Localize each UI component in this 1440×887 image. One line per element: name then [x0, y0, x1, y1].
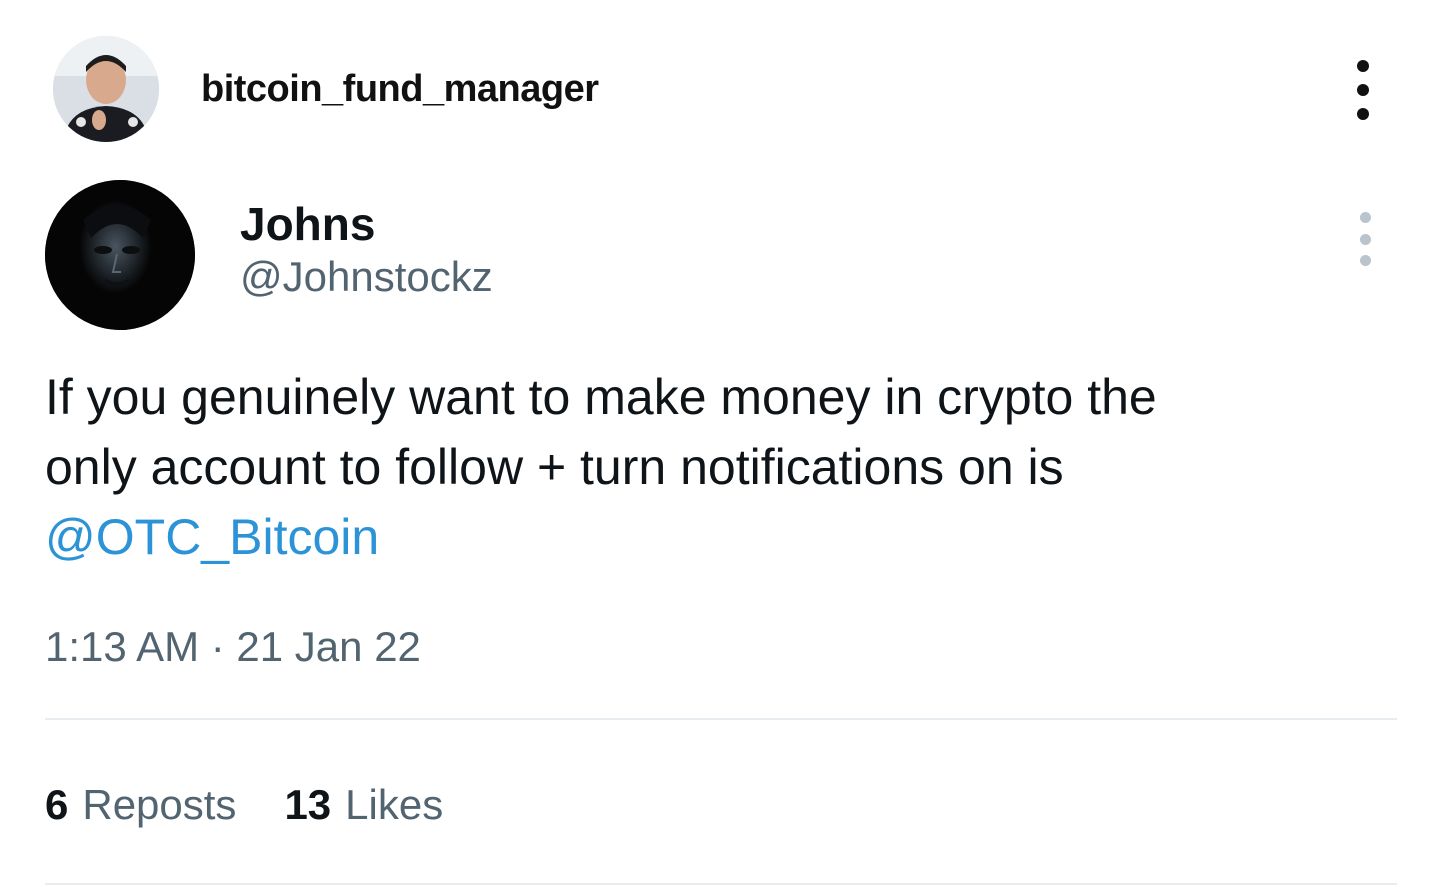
poster-username[interactable]: bitcoin_fund_manager [201, 66, 599, 112]
dot [1357, 60, 1369, 72]
post-header: bitcoin_fund_manager [0, 0, 1440, 180]
post-more-options-icon[interactable] [1348, 60, 1378, 120]
tweet-display-name[interactable]: Johns [240, 196, 375, 252]
dot [1359, 255, 1371, 266]
tweet-timestamp[interactable]: 1:13 AM · 21 Jan 22 [45, 620, 421, 674]
tweet-stats: 6 Reposts 13 Likes [45, 778, 443, 832]
tweet-text-line: only account to follow + turn notificati… [45, 439, 1064, 495]
user-photo-avatar-icon [53, 36, 159, 142]
tweet-author-avatar[interactable] [45, 180, 195, 330]
reposts-label: Reposts [82, 781, 237, 828]
poster-avatar[interactable] [53, 36, 159, 142]
likes-count: 13 [284, 781, 332, 828]
tweet-handle[interactable]: @Johnstockz [240, 250, 493, 304]
tweet-text-line: If you genuinely want to make money in c… [45, 369, 1157, 425]
tweet-more-options-icon[interactable] [1354, 212, 1376, 266]
dot [1357, 108, 1369, 120]
tweet-text: If you genuinely want to make money in c… [45, 362, 1395, 572]
reposts-stat[interactable]: 6 Reposts [45, 778, 236, 832]
divider [45, 883, 1397, 885]
dark-masked-face-avatar-icon [45, 180, 195, 330]
dot [1359, 212, 1371, 223]
tweet-mention-link[interactable]: @OTC_Bitcoin [45, 502, 1395, 572]
divider [45, 718, 1397, 720]
dot [1357, 84, 1369, 96]
dot [1359, 233, 1371, 245]
likes-label: Likes [345, 781, 444, 828]
reposts-count: 6 [45, 781, 69, 828]
likes-stat[interactable]: 13 Likes [284, 778, 443, 832]
